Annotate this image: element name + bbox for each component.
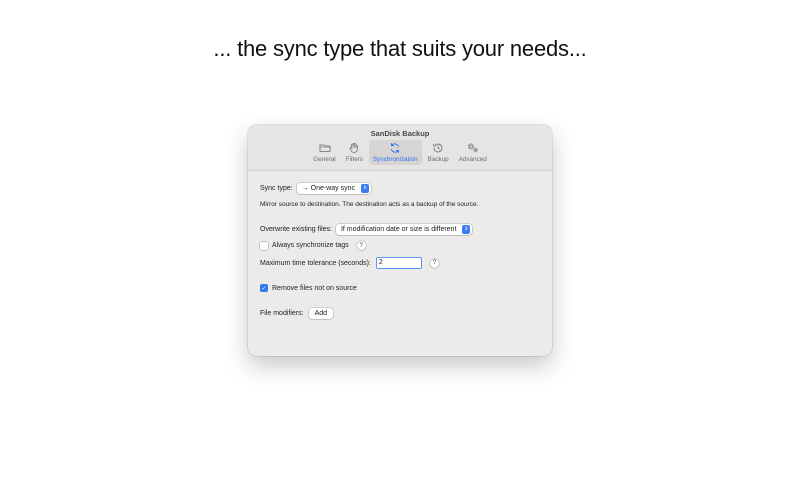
always-sync-tags-row: Always synchronize tags ? [260, 241, 366, 250]
remove-files-row: ✓ Remove files not on source [260, 284, 357, 292]
toolbar-tabs: General Filters Synchronization Backup A… [248, 140, 552, 165]
sync-type-label: Sync type: [260, 185, 293, 192]
tab-synchronization[interactable]: Synchronization [368, 140, 422, 165]
popup-chevron-icon: ⇕ [360, 184, 369, 193]
tab-label: Backup [427, 156, 449, 163]
tolerance-row: Maximum time tolerance (seconds): 2 ? [260, 257, 439, 269]
sync-type-value: → One-way sync [301, 185, 355, 192]
help-button[interactable]: ? [429, 258, 439, 268]
tab-advanced[interactable]: Advanced [455, 140, 491, 165]
gears-icon [467, 143, 478, 153]
preferences-window: SanDisk Backup General Filters Synchroni… [248, 125, 552, 356]
tab-filters[interactable]: Filters [342, 140, 367, 165]
always-sync-tags-checkbox[interactable] [260, 241, 268, 250]
window-title: SanDisk Backup [370, 129, 430, 138]
always-sync-tags-label: Always synchronize tags [272, 242, 349, 249]
overwrite-value: If modification date or size is differen… [340, 226, 457, 233]
tab-label: Synchronization [372, 156, 418, 163]
sync-type-description: Mirror source to destination. The destin… [260, 201, 479, 208]
add-modifier-button[interactable]: Add [308, 308, 334, 319]
remove-files-label: Remove files not on source [272, 284, 357, 292]
file-modifiers-label: File modifiers: [260, 310, 304, 317]
tab-label: Filters [345, 156, 363, 163]
tab-label: Advanced [458, 156, 487, 163]
tab-general[interactable]: General [309, 140, 339, 165]
clock-history-icon [433, 143, 443, 153]
help-button[interactable]: ? [356, 241, 366, 250]
sync-arrows-icon [391, 143, 400, 153]
remove-files-checkbox[interactable]: ✓ [260, 284, 268, 292]
tolerance-label: Maximum time tolerance (seconds): [260, 259, 371, 267]
sync-type-popup[interactable]: → One-way sync ⇕ [296, 183, 371, 194]
tolerance-input[interactable]: 2 [375, 257, 422, 269]
tab-label: General [313, 156, 336, 163]
overwrite-popup[interactable]: If modification date or size is differen… [335, 224, 473, 235]
sync-type-row: Sync type: → One-way sync ⇕ [260, 183, 371, 194]
overwrite-row: Overwrite existing files: If modificatio… [260, 224, 473, 235]
hand-icon [349, 142, 359, 153]
overwrite-label: Overwrite existing files: [260, 226, 332, 233]
popup-chevron-icon: ⇕ [462, 225, 471, 234]
titlebar: SanDisk Backup General Filters Synchroni… [248, 125, 552, 171]
folder-icon [319, 144, 330, 152]
tab-backup[interactable]: Backup [424, 140, 453, 165]
headline: ... the sync type that suits your needs.… [213, 36, 587, 61]
file-modifiers-row: File modifiers: Add [260, 308, 334, 319]
